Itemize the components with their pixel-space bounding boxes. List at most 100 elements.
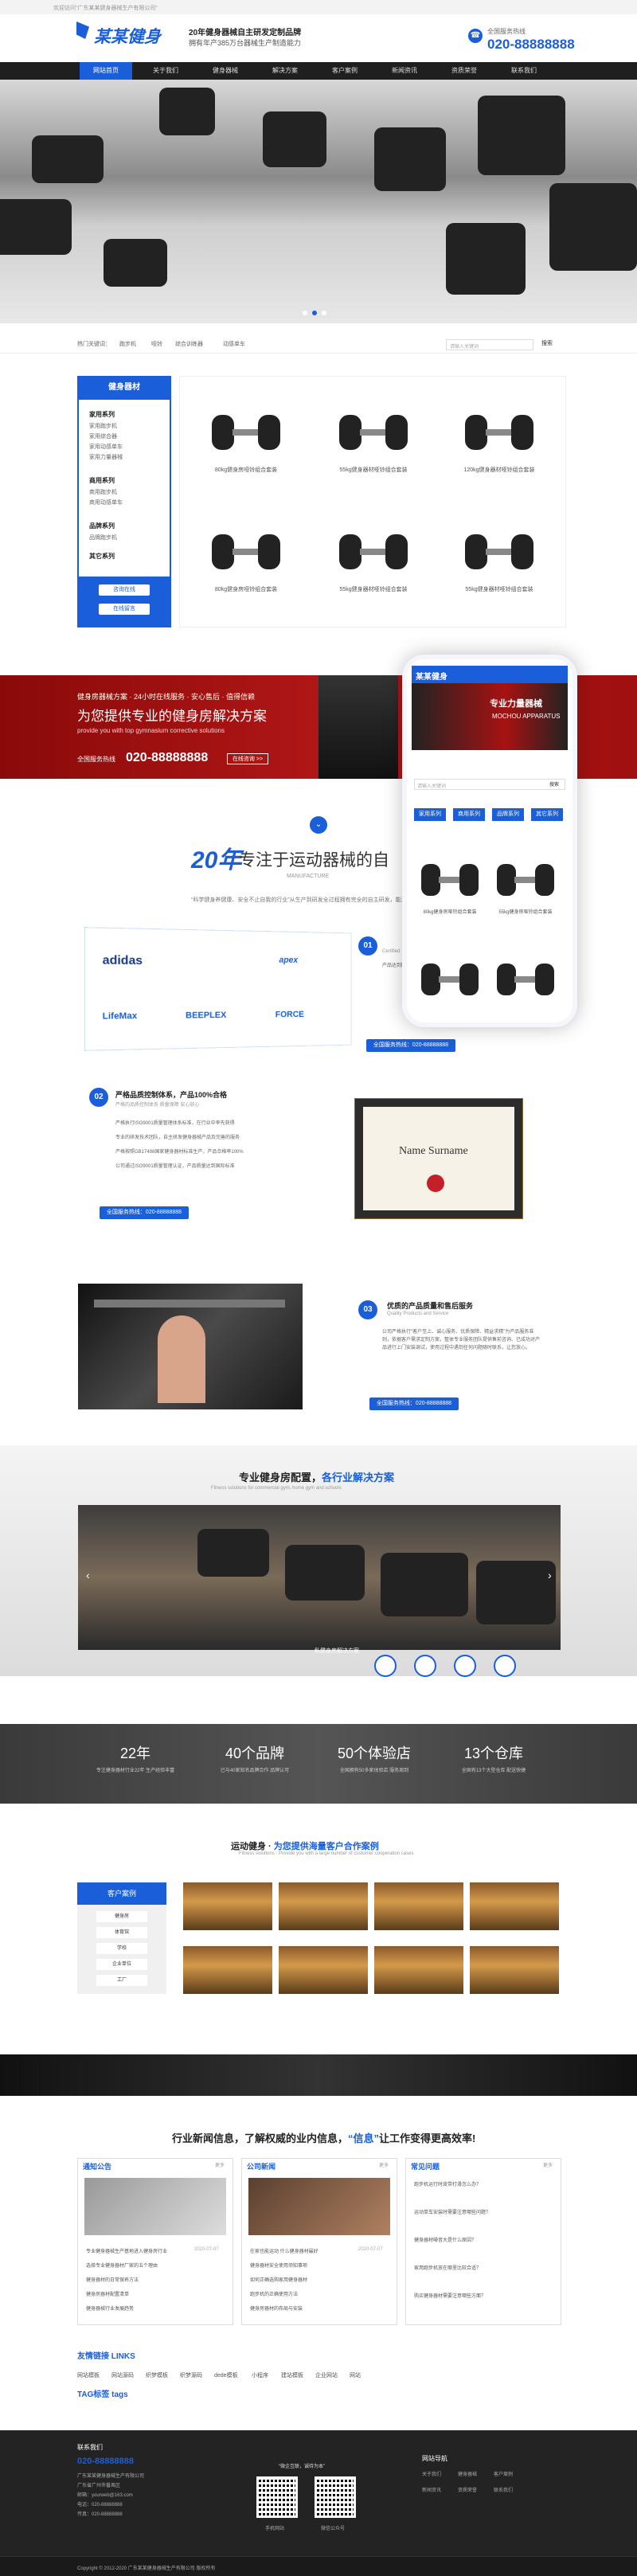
case-image[interactable]	[470, 1946, 559, 1994]
friend-link[interactable]: 织梦模板	[146, 2371, 168, 2379]
nav-solutions[interactable]: 解决方案	[259, 62, 311, 80]
footer-nav-link[interactable]: 资质荣誉	[458, 2486, 477, 2493]
news-column-title[interactable]: 公司新闻	[247, 2161, 276, 2171]
mobile-product[interactable]	[494, 856, 557, 904]
news-item[interactable]: 跑步机的正确使用方法	[250, 2290, 298, 2297]
friend-link[interactable]: 企业网站	[315, 2371, 338, 2379]
footer-nav-link[interactable]: 健身器械	[458, 2470, 477, 2477]
mobile-product[interactable]	[418, 856, 482, 904]
case-filter-button[interactable]: 学校	[96, 1943, 147, 1954]
sidebar-sub[interactable]: 家用综合器	[89, 432, 117, 440]
sidebar-cat[interactable]: 品牌系列	[89, 522, 115, 530]
sidebar-sub[interactable]: 品牌跑步机	[89, 534, 117, 541]
search-input[interactable]: 请输入关键词	[446, 339, 533, 350]
case-filter-button[interactable]: 健身房	[96, 1911, 147, 1922]
case-image[interactable]	[470, 1882, 559, 1930]
nav-cases[interactable]: 客户案例	[318, 62, 371, 80]
keyword-link[interactable]: 动感单车	[223, 340, 245, 348]
footer-nav-link[interactable]: 关于我们	[422, 2470, 441, 2477]
footer-nav-link[interactable]: 新闻资讯	[422, 2486, 441, 2493]
nav-home[interactable]: 网站首页	[80, 62, 132, 80]
faq-item[interactable]: 跑步机运行时皮带打滑怎么办？	[414, 2182, 549, 2189]
solution-icon[interactable]	[374, 1655, 397, 1677]
sidebar-sub[interactable]: 商用跑步机	[89, 488, 117, 496]
keyword-link[interactable]: 哑铃	[151, 340, 162, 348]
sidebar-cat[interactable]: 商用系列	[89, 476, 115, 485]
news-item[interactable]: 健身器械行业发展趋势	[86, 2304, 134, 2312]
nav-about[interactable]: 关于我们	[139, 62, 192, 80]
mobile-search-button[interactable]: 搜索	[549, 780, 559, 788]
product-card[interactable]: 55kg健身器材哑铃组合套装	[314, 512, 433, 616]
mobile-nav-item[interactable]: 商用系列	[453, 808, 485, 821]
case-image[interactable]	[279, 1882, 368, 1930]
news-item[interactable]: 健身房器材的布局与安装	[250, 2304, 303, 2312]
news-column-title[interactable]: 常见问题	[411, 2161, 440, 2171]
sidebar-cat[interactable]: 家用系列	[89, 410, 115, 419]
news-image[interactable]	[248, 2178, 390, 2235]
sidebar-sub[interactable]: 商用动感单车	[89, 498, 123, 506]
banner-consult-button[interactable]: 在线咨询 >>	[227, 753, 268, 764]
news-more-link[interactable]: 更多	[215, 2161, 225, 2168]
sidebar-cat[interactable]: 其它系列	[89, 552, 115, 561]
case-image[interactable]	[279, 1946, 368, 1994]
mobile-nav-item[interactable]: 其它系列	[531, 808, 563, 821]
sec3-cta[interactable]: 全国服务热线：020-88888888	[369, 1397, 459, 1410]
news-image[interactable]	[84, 2178, 226, 2235]
sec1-cta[interactable]: 全国服务热线：020-88888888	[366, 1039, 455, 1052]
case-image[interactable]	[183, 1946, 272, 1994]
solution-icon[interactable]	[414, 1655, 436, 1677]
friend-link[interactable]: 小程序	[252, 2371, 268, 2379]
news-item[interactable]: 如何正确选购家用健身器材	[250, 2276, 307, 2283]
chevron-down-icon[interactable]: ⌄	[310, 816, 327, 834]
news-item[interactable]: 健身房器材配置清单	[86, 2290, 129, 2297]
sidebar-sub[interactable]: 家用动感单车	[89, 443, 123, 451]
news-more-link[interactable]: 更多	[379, 2161, 389, 2168]
news-item[interactable]: 在家也能运动 什么健身器材最好	[250, 2247, 318, 2254]
friend-link[interactable]: 网站模板	[77, 2371, 100, 2379]
nav-contact[interactable]: 联系我们	[498, 62, 550, 80]
news-item[interactable]: 选择专业健身器材厂家的五个理由	[86, 2261, 158, 2269]
faq-item[interactable]: 购买健身器材需要注意哪些方面？	[414, 2293, 549, 2300]
product-card[interactable]: 120kg健身器材哑铃组合套装	[440, 393, 559, 496]
news-more-link[interactable]: 更多	[543, 2161, 553, 2168]
solution-icon[interactable]	[454, 1655, 476, 1677]
mobile-search[interactable]: 请输入关键词	[414, 779, 565, 790]
case-filter-button[interactable]: 体育馆	[96, 1927, 147, 1938]
mobile-nav-item[interactable]: 家用系列	[414, 808, 446, 821]
friend-link[interactable]: 织梦源码	[180, 2371, 202, 2379]
friend-link[interactable]: 网站源码	[111, 2371, 134, 2379]
case-image[interactable]	[183, 1882, 272, 1930]
mobile-nav-item[interactable]: 品牌系列	[492, 808, 524, 821]
search-button[interactable]: 搜索	[541, 339, 553, 347]
keyword-link[interactable]: 跑步机	[119, 340, 136, 348]
faq-item[interactable]: 健身器材噪音大是什么原因？	[414, 2238, 549, 2245]
logo[interactable]: 某某健身	[94, 24, 161, 48]
product-card[interactable]: 55kg健身器材哑铃组合套装	[440, 512, 559, 616]
mobile-product[interactable]	[418, 956, 482, 1003]
news-item[interactable]: 专业健身器械生产基地进入健身房行业	[86, 2247, 167, 2254]
friend-link[interactable]: dede模板	[214, 2371, 238, 2379]
case-image[interactable]	[374, 1946, 463, 1994]
slider-next-icon[interactable]: ›	[548, 1569, 552, 1581]
sidebar-sub[interactable]: 家用跑步机	[89, 422, 117, 430]
nav-honors[interactable]: 资质荣誉	[438, 62, 490, 80]
mobile-product[interactable]	[494, 956, 557, 1003]
slider-prev-icon[interactable]: ‹	[86, 1569, 90, 1581]
consult-button[interactable]: 咨询在线	[99, 584, 150, 596]
faq-item[interactable]: 运动单车安装时需要注意哪些问题？	[414, 2210, 549, 2217]
product-card[interactable]: 80kg健身房哑铃组合套装	[186, 393, 306, 496]
case-filter-button[interactable]: 工厂	[96, 1975, 147, 1986]
friend-link[interactable]: 网站	[350, 2371, 361, 2379]
sec2-cta[interactable]: 全国服务热线：020-88888888	[100, 1206, 189, 1219]
case-filter-button[interactable]: 企业单位	[96, 1959, 147, 1970]
news-column-title[interactable]: 通知公告	[83, 2161, 111, 2171]
solution-icon[interactable]	[494, 1655, 516, 1677]
product-card[interactable]: 55kg健身器材哑铃组合套装	[314, 393, 433, 496]
news-item[interactable]: 健身器材的日常保养方法	[86, 2276, 139, 2283]
product-card[interactable]: 80kg健身房哑铃组合套装	[186, 512, 306, 616]
case-image[interactable]	[374, 1882, 463, 1930]
sidebar-sub[interactable]: 家用力量器械	[89, 453, 123, 461]
faq-item[interactable]: 家用跑步机放在哪里比较合适？	[414, 2265, 549, 2273]
message-button[interactable]: 在线留言	[99, 604, 150, 615]
nav-news[interactable]: 新闻资讯	[378, 62, 431, 80]
